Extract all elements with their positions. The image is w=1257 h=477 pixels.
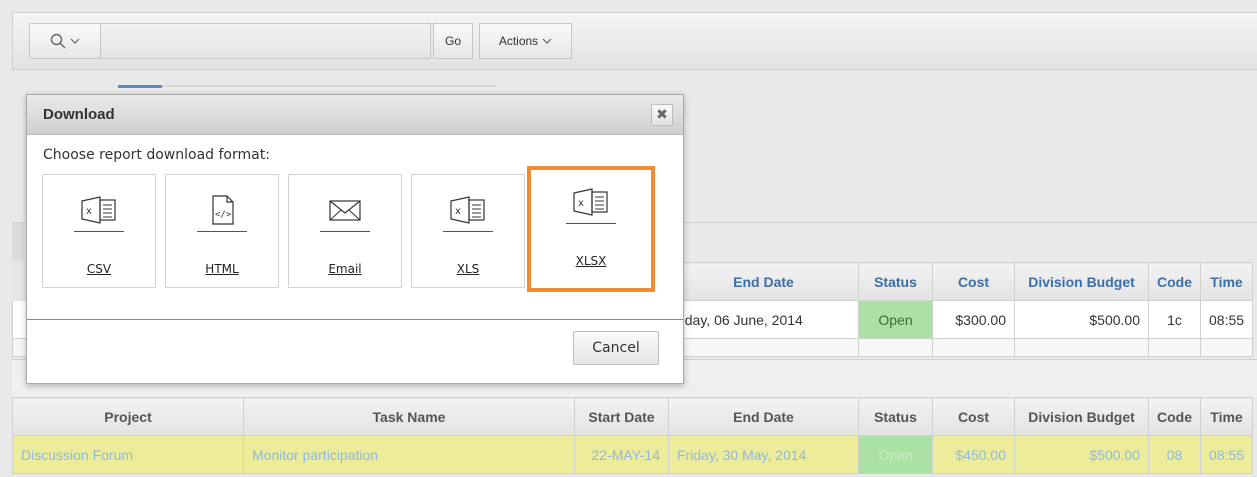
header-division-budget[interactable]: Division Budget (1014, 397, 1149, 436)
spacer-cell (1199, 338, 1254, 357)
spreadsheet-icon: x (450, 196, 485, 224)
report-toolbar: Go Actions (12, 12, 1257, 70)
table-header-row: Project Task Name Start Date End Date St… (12, 397, 1254, 436)
spacer-cell (858, 338, 933, 357)
svg-text:</>: </> (215, 210, 232, 220)
header-code[interactable]: Code (1148, 262, 1201, 301)
icon-underline (566, 223, 616, 224)
format-option-xls[interactable]: x XLS (411, 174, 525, 288)
header-status[interactable]: Status (858, 397, 933, 436)
header-start-date[interactable]: Start Date (574, 397, 669, 436)
spacer-cell (1014, 338, 1149, 357)
dialog-prompt: Choose report download format: (43, 147, 270, 163)
report-table-group-2: Project Task Name Start Date End Date St… (12, 397, 1254, 474)
spacer-cell (668, 338, 859, 357)
format-option-email[interactable]: Email (288, 174, 402, 288)
icon-underline (74, 231, 124, 232)
search-input[interactable] (101, 23, 431, 59)
cell-end-date: Friday, 30 May, 2014 (668, 435, 859, 474)
report-region-handle (12, 223, 24, 261)
header-division-budget[interactable]: Division Budget (1014, 262, 1149, 301)
cell-status: Open (858, 435, 933, 474)
cell-end-date: riday, 06 June, 2014 (668, 300, 859, 339)
dialog-footer-divider (27, 319, 683, 320)
cell-cost: $450.00 (932, 435, 1015, 474)
cell-start-date: 22-MAY-14 (574, 435, 669, 474)
cell-time: 08:55 (1199, 435, 1254, 474)
active-view-indicator (118, 85, 162, 88)
format-label: Email (328, 262, 362, 276)
format-label: XLS (456, 262, 480, 276)
search-group (29, 23, 431, 59)
close-icon[interactable]: ✖ (651, 103, 673, 126)
actions-label: Actions (498, 34, 539, 48)
cell-code: 1c (1148, 300, 1201, 339)
html-file-icon: </> (212, 195, 234, 225)
cell-task-name[interactable]: Monitor participation (243, 435, 575, 474)
spreadsheet-icon: x (573, 188, 608, 216)
header-end-date[interactable]: End Date (668, 262, 859, 301)
header-status[interactable]: Status (858, 262, 933, 301)
download-dialog: Download ✖ Choose report download format… (26, 94, 684, 384)
format-label: XLSX (575, 254, 607, 268)
header-cost[interactable]: Cost (932, 262, 1015, 301)
icon-underline (320, 231, 370, 232)
view-tab-divider (162, 85, 497, 87)
table-row: Discussion Forum Monitor participation 2… (12, 435, 1254, 474)
header-cost[interactable]: Cost (932, 397, 1015, 436)
actions-menu-button[interactable]: Actions (479, 23, 572, 59)
format-option-csv[interactable]: x CSV (42, 174, 156, 288)
header-end-date[interactable]: End Date (668, 397, 859, 436)
search-icon (50, 33, 66, 49)
search-column-menu[interactable] (29, 23, 101, 59)
spreadsheet-icon: x (81, 196, 116, 224)
svg-text:x: x (578, 198, 584, 209)
cell-cost: $300.00 (932, 300, 1015, 339)
go-button[interactable]: Go (433, 23, 473, 59)
spacer-cell (932, 338, 1015, 357)
cell-status: Open (858, 300, 933, 339)
envelope-icon (329, 200, 361, 221)
header-project[interactable]: Project (12, 397, 244, 436)
format-option-xlsx[interactable]: x XLSX (527, 166, 655, 292)
format-label: CSV (86, 262, 112, 276)
cell-code: 08 (1148, 435, 1201, 474)
cancel-button[interactable]: Cancel (573, 331, 659, 365)
icon-underline (197, 231, 247, 232)
icon-underline (443, 231, 493, 232)
svg-text:x: x (86, 206, 92, 217)
cell-project[interactable]: Discussion Forum (12, 435, 244, 474)
chevron-down-icon (70, 38, 80, 44)
header-time[interactable]: Time (1199, 397, 1254, 436)
cell-time: 08:55 (1199, 300, 1254, 339)
svg-text:x: x (455, 206, 461, 217)
spacer-cell (1148, 338, 1201, 357)
header-time[interactable]: Time (1199, 262, 1254, 301)
header-code[interactable]: Code (1148, 397, 1201, 436)
format-option-html[interactable]: </> HTML (165, 174, 279, 288)
dialog-title: Download (43, 106, 115, 123)
cell-division-budget: $500.00 (1014, 300, 1149, 339)
dialog-titlebar: Download ✖ (27, 95, 683, 135)
header-task-name[interactable]: Task Name (243, 397, 575, 436)
format-label: HTML (205, 262, 239, 276)
cell-division-budget: $500.00 (1014, 435, 1149, 474)
chevron-down-icon (542, 38, 552, 44)
